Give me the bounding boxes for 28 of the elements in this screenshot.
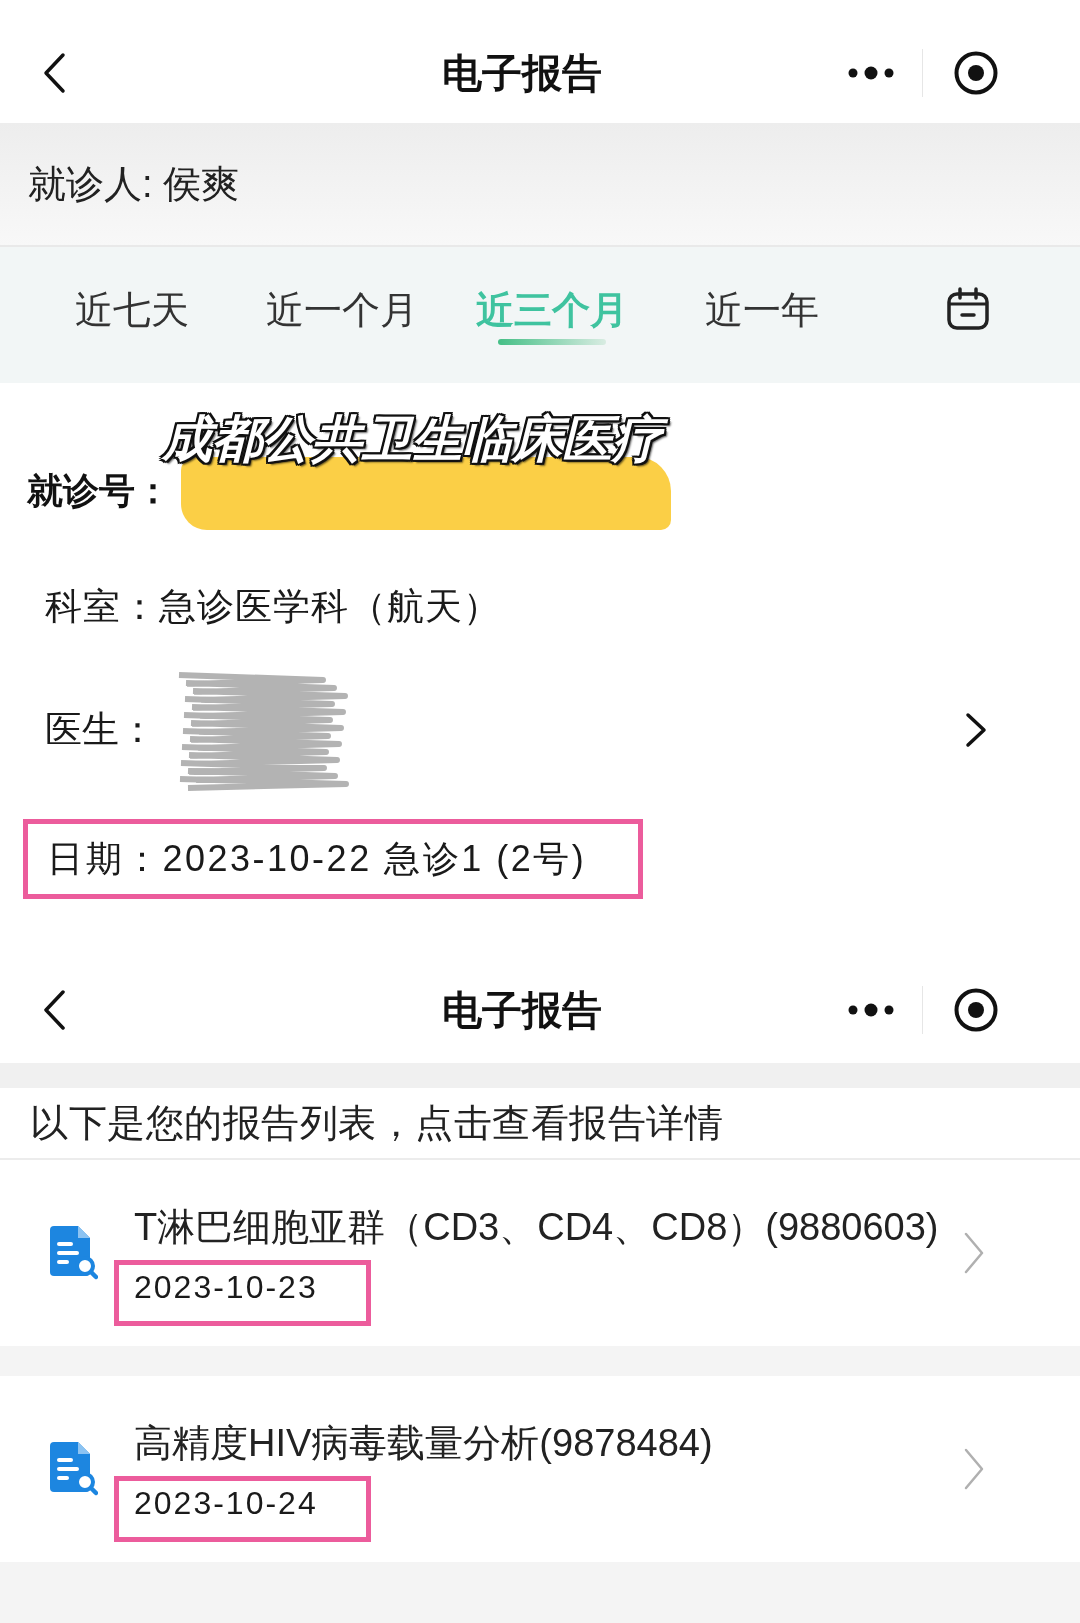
back-icon[interactable]: [41, 51, 67, 94]
period-tab[interactable]: 近七天: [27, 287, 237, 359]
report-title: T淋巴细胞亚群（CD3、CD4、CD8）(9880603): [134, 1205, 939, 1250]
more-icon[interactable]: [848, 1003, 894, 1017]
chevron-right-icon: [963, 1231, 985, 1275]
chevron-right-icon[interactable]: [965, 712, 987, 748]
report-date: 2023-10-23: [134, 1269, 318, 1305]
page-title: 电子报告: [442, 49, 602, 97]
report-list-intro: 以下是您的报告列表，点击查看报告详情: [30, 1100, 723, 1146]
target-icon[interactable]: [954, 50, 998, 95]
department-text: 科室：急诊医学科（航天）: [45, 585, 501, 629]
patient-name: 就诊人: 侯爽: [28, 161, 240, 207]
document-search-icon: [50, 1442, 98, 1496]
target-icon[interactable]: [954, 988, 998, 1032]
doctor-label: 医生：: [45, 708, 156, 752]
report-title: 高精度HIV病毒载量分析(9878484): [134, 1421, 713, 1466]
report-item[interactable]: 高精度HIV病毒载量分析(9878484) 2023-10-24: [0, 1376, 1080, 1562]
page-title: 电子报告: [442, 987, 602, 1034]
back-icon[interactable]: [41, 989, 67, 1031]
calendar-icon[interactable]: [946, 287, 990, 331]
report-date: 2023-10-24: [134, 1485, 318, 1521]
chevron-right-icon: [963, 1447, 985, 1491]
period-tab[interactable]: 近一个月: [237, 287, 447, 359]
document-search-icon: [50, 1226, 98, 1280]
period-tab[interactable]: 近一年: [657, 287, 867, 359]
report-item[interactable]: T淋巴细胞亚群（CD3、CD4、CD8）(9880603) 2023-10-23: [0, 1160, 1080, 1346]
more-icon[interactable]: [848, 65, 894, 80]
visit-date: 日期：2023-10-22 急诊1 (2号): [47, 836, 587, 881]
